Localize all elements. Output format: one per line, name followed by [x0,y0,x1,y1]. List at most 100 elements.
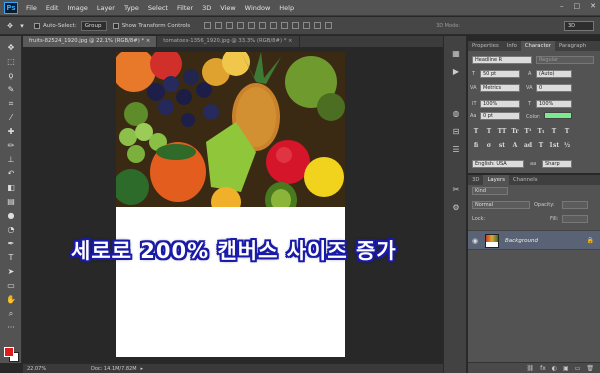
distribute-left-icon[interactable] [303,22,311,29]
auto-select-checkbox[interactable] [34,22,40,29]
menu-help[interactable]: Help [279,4,294,12]
chevron-down-icon[interactable]: ▾ [16,21,28,31]
subscript-button[interactable]: T₁ [537,127,545,135]
doc-size[interactable]: Doc: 14.1M/7.82M [91,366,137,372]
fill-field[interactable] [562,215,588,223]
zoom-level[interactable]: 22.07% [27,366,57,372]
menu-window[interactable]: Window [245,4,271,12]
faux-italic-button[interactable]: T [485,127,493,135]
adjustments-panel-icon[interactable]: ⊟ [451,126,461,136]
contextual-alternates-button[interactable]: σ [485,141,493,149]
swatches-panel-icon[interactable]: ◍ [451,108,461,118]
tab-properties[interactable]: Properties [468,41,503,51]
tab-channels[interactable]: Channels [509,175,542,185]
shape-tool-icon[interactable]: ▭ [5,280,17,291]
tab-layers[interactable]: Layers [483,175,509,185]
distribute-center-icon[interactable] [314,22,322,29]
history-brush-tool-icon[interactable]: ↶ [5,168,17,179]
distribute-middle-icon[interactable] [281,22,289,29]
text-color-swatch[interactable] [544,112,572,119]
superscript-button[interactable]: T¹ [524,127,532,135]
tab-paragraph[interactable]: Paragraph [555,41,590,51]
titling-alternates-button[interactable]: T [537,141,545,149]
menu-view[interactable]: View [220,4,235,12]
opacity-field[interactable] [562,201,588,209]
distribute-right-icon[interactable] [325,22,333,29]
layer-filter-select[interactable]: Kind [472,187,508,195]
move-tool-icon[interactable]: ✥ [4,21,16,31]
tab-info[interactable]: Info [503,41,521,51]
menu-image[interactable]: Image [67,4,87,12]
new-layer-icon[interactable]: ▭ [575,365,581,372]
blend-mode-select[interactable]: Normal [472,201,530,209]
small-caps-button[interactable]: Tr [511,127,519,135]
faux-bold-button[interactable]: T [472,127,480,135]
quick-select-tool-icon[interactable]: ✎ [5,84,17,95]
menu-layer[interactable]: Layer [97,4,115,12]
stylistic-alternates-button[interactable]: ad [524,141,532,149]
zoom-tool-icon[interactable]: ⌕ [5,308,17,319]
underline-button[interactable]: T [550,127,558,135]
kerning-field[interactable]: Metrics [480,84,520,92]
swash-button[interactable]: A [511,141,519,149]
all-caps-button[interactable]: TT [498,127,507,135]
transform-controls-checkbox[interactable] [112,22,119,29]
menu-edit[interactable]: Edit [46,4,59,12]
layer-mask-icon[interactable]: ◐ [552,365,557,372]
eyedropper-tool-icon[interactable]: ⁄ [5,112,17,123]
tracking-field[interactable]: 0 [536,84,572,92]
close-icon[interactable]: ✕ [590,2,596,10]
tab-character[interactable]: Character [520,41,555,51]
marquee-tool-icon[interactable]: ⬚ [5,56,17,67]
foreground-color-swatch[interactable] [4,347,14,357]
tab-fruits[interactable]: fruits-82524_1920.jpg @ 22.1% (RGB/8#) *… [23,36,158,47]
font-family-select[interactable]: Headline R [472,56,532,64]
font-style-select[interactable]: Regular [536,56,594,64]
blur-tool-icon[interactable]: ● [5,210,17,221]
link-layers-icon[interactable]: ⛓ [526,365,534,372]
baseline-shift-field[interactable]: 0 pt [480,112,520,120]
align-middle-icon[interactable] [215,22,223,29]
font-size-field[interactable]: 50 pt [480,70,520,78]
healing-brush-tool-icon[interactable]: ✚ [5,126,17,137]
crop-tool-icon[interactable]: ⌗ [5,98,17,109]
document-area[interactable]: 세로로 200% 캔버스 사이즈 증가 [23,47,443,363]
strikethrough-button[interactable]: T [563,127,571,135]
language-select[interactable]: English: USA [472,160,524,168]
dodge-tool-icon[interactable]: ◔ [5,224,17,235]
adjustment-layer-icon[interactable]: ▣ [563,365,569,372]
move-tool-icon[interactable]: ✥ [5,42,17,53]
tab-3d[interactable]: 3D [468,175,483,185]
maximize-icon[interactable]: □ [574,2,581,10]
path-select-tool-icon[interactable]: ➤ [5,266,17,277]
antialias-select[interactable]: Sharp [542,160,572,168]
clone-source-panel-icon[interactable]: ⚙ [451,202,461,212]
layer-row-background[interactable]: ◉ Background 🔒 [468,230,600,250]
align-center-icon[interactable] [248,22,256,29]
auto-select-dropdown[interactable]: Group [80,20,107,31]
fractions-button[interactable]: ½ [563,141,571,149]
brush-tool-icon[interactable]: ✏ [5,140,17,151]
menu-filter[interactable]: Filter [177,4,193,12]
eraser-tool-icon[interactable]: ◧ [5,182,17,193]
distribute-top-icon[interactable] [270,22,278,29]
workspace-dropdown[interactable]: 3D [564,21,594,31]
hand-tool-icon[interactable]: ✋ [5,294,17,305]
leading-field[interactable]: (Auto) [536,70,572,78]
lasso-tool-icon[interactable]: ϙ [5,70,17,81]
eye-icon[interactable]: ◉ [472,237,478,245]
minimize-icon[interactable]: – [560,2,564,10]
layer-name[interactable]: Background [505,238,538,244]
delete-layer-icon[interactable]: 🗑 [586,365,594,372]
type-tool-icon[interactable]: T [5,252,17,263]
align-top-icon[interactable] [204,22,212,29]
history-panel-icon[interactable]: ▦ [451,48,461,58]
menu-file[interactable]: File [26,4,37,12]
layer-style-icon[interactable]: fx [540,365,546,372]
distribute-bottom-icon[interactable] [292,22,300,29]
clone-stamp-tool-icon[interactable]: ⊥ [5,154,17,165]
menu-select[interactable]: Select [148,4,168,12]
align-left-icon[interactable] [237,22,245,29]
align-right-icon[interactable] [259,22,267,29]
ordinals-button[interactable]: 1st [549,141,559,149]
